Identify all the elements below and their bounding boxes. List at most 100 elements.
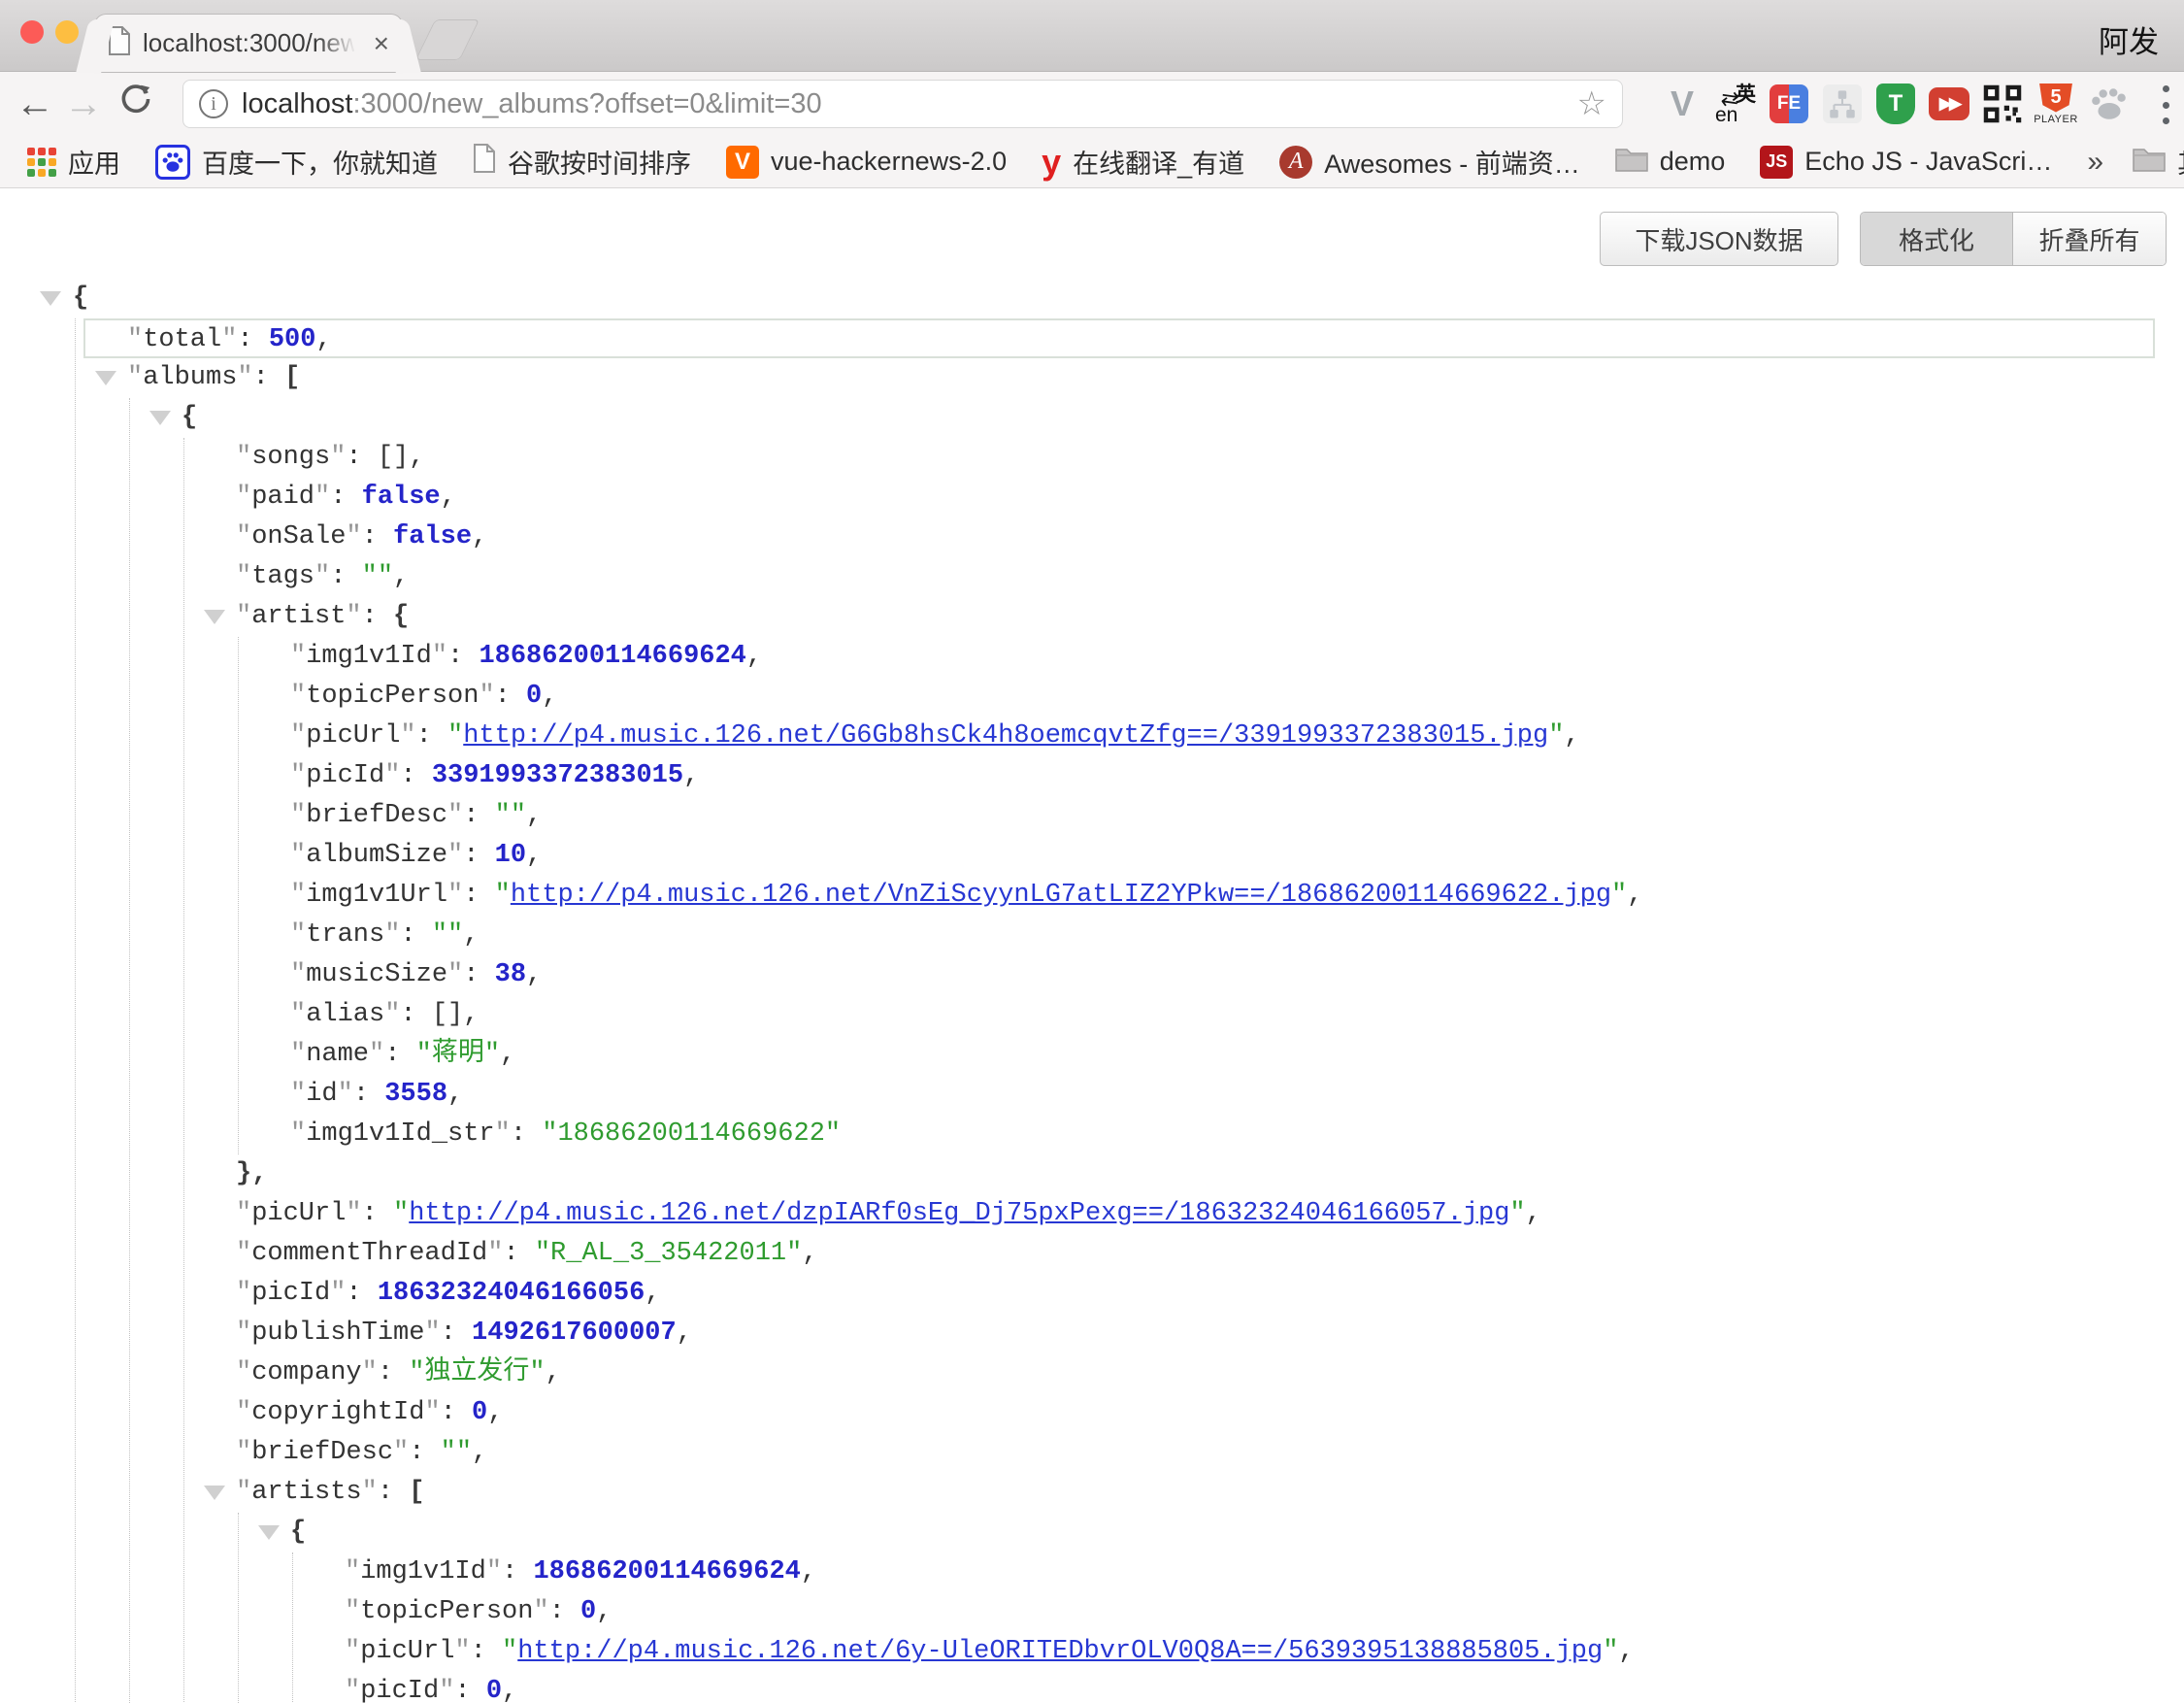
json-line[interactable]: "alias": [],	[239, 995, 2184, 1035]
json-line[interactable]: "tags": "",	[184, 557, 2184, 597]
collapse-all-button[interactable]: 折叠所有	[2013, 213, 2166, 265]
bookmark-awesomes[interactable]: A Awesomes - 前端资…	[1279, 143, 1580, 181]
browser-toolbar: ← → i localhost:3000/new_albums?offset=0…	[0, 72, 2184, 136]
json-line[interactable]: "artist": {	[184, 597, 2184, 637]
paw-icon[interactable]	[2089, 82, 2130, 126]
bookmark-other-folder[interactable]: 其他书签	[2133, 143, 2184, 181]
bookmark-label: 其他书签	[2177, 143, 2184, 181]
new-tab-button[interactable]	[415, 19, 480, 60]
json-line[interactable]: {	[130, 398, 2184, 438]
minimize-window-button[interactable]	[55, 20, 79, 44]
json-line[interactable]: "picUrl": "http://p4.music.126.net/dzpIA…	[184, 1194, 2184, 1234]
bookmarks-overflow-icon[interactable]: »	[2087, 146, 2103, 179]
shield-t-glyph: T	[1876, 83, 1915, 124]
json-line[interactable]: "briefDesc": "",	[239, 796, 2184, 836]
url-text[interactable]: localhost:3000/new_albums?offset=0&limit…	[242, 88, 1566, 120]
json-line[interactable]: "albums": [	[76, 358, 2184, 398]
json-value: 18632324046166056	[378, 1279, 645, 1308]
browser-menu-icon[interactable]	[2163, 85, 2170, 124]
address-bar[interactable]: i localhost:3000/new_albums?offset=0&lim…	[182, 80, 1623, 128]
close-window-button[interactable]	[20, 20, 44, 44]
collapse-arrow-icon[interactable]	[204, 1486, 225, 1500]
fe-extension-icon[interactable]: FE	[1769, 82, 1809, 126]
json-line[interactable]: "id": 3558,	[239, 1075, 2184, 1115]
json-line[interactable]: "picUrl": "http://p4.music.126.net/G6Gb8…	[239, 717, 2184, 756]
json-line[interactable]: "artists": [	[184, 1473, 2184, 1513]
json-url-link[interactable]: http://p4.music.126.net/6y-UleORITEDbvrO…	[517, 1637, 1603, 1666]
json-line[interactable]: "songs": [],	[184, 438, 2184, 478]
json-line[interactable]: "topicPerson": 0,	[293, 1592, 2184, 1632]
bookmark-demo[interactable]: demo	[1615, 145, 1726, 179]
json-url-link[interactable]: http://p4.music.126.net/G6Gb8hsCk4h8oemc…	[463, 721, 1548, 751]
bookmark-vue-hackernews[interactable]: V vue-hackernews-2.0	[726, 146, 1007, 179]
json-line[interactable]: "img1v1Id": 18686200114669624,	[239, 637, 2184, 677]
json-line[interactable]: "topicPerson": 0,	[239, 677, 2184, 717]
bookmark-apps[interactable]: 应用	[27, 143, 120, 181]
json-line[interactable]: "img1v1Id_str": "18686200114669622"	[239, 1115, 2184, 1154]
bookmark-label: 百度一下，你就知道	[202, 143, 438, 181]
json-line[interactable]: "briefDesc": "",	[184, 1433, 2184, 1473]
json-line[interactable]: "img1v1Id": 18686200114669624,	[293, 1553, 2184, 1592]
json-key: albumSize	[306, 841, 447, 870]
json-url-link[interactable]: http://p4.music.126.net/VnZiScyynLG7atLI…	[511, 881, 1611, 910]
json-line[interactable]: {	[42, 279, 2184, 318]
profile-name[interactable]: 阿发	[2099, 17, 2159, 61]
json-line[interactable]: "img1v1Url": "http://p4.music.126.net/Vn…	[239, 876, 2184, 916]
collapse-arrow-icon[interactable]	[95, 371, 116, 385]
close-tab-icon[interactable]: ×	[374, 30, 389, 57]
json-key: picId	[251, 1279, 330, 1308]
vue-icon: V	[726, 146, 759, 179]
json-line[interactable]: "name": "蒋明",	[239, 1035, 2184, 1075]
awesomes-icon: A	[1279, 146, 1312, 179]
json-line[interactable]: "commentThreadId": "R_AL_3_35422011",	[184, 1234, 2184, 1274]
qr-code-icon[interactable]	[1982, 82, 2023, 126]
json-line[interactable]: "picId": 18632324046166056,	[184, 1274, 2184, 1314]
json-line[interactable]: "total": 500,	[83, 318, 2155, 358]
json-line[interactable]: "trans": "",	[239, 916, 2184, 955]
json-value: 3391993372383015	[432, 761, 683, 790]
site-info-icon[interactable]: i	[199, 89, 228, 118]
json-line[interactable]: {	[239, 1513, 2184, 1553]
browser-tab[interactable]: localhost:3000/new_albums?o ×	[94, 14, 403, 73]
json-line[interactable]: "picUrl": "http://p4.music.126.net/6y-Ul…	[293, 1632, 2184, 1672]
collapse-arrow-icon[interactable]	[149, 411, 171, 425]
bookmark-star-icon[interactable]: ☆	[1577, 84, 1606, 123]
json-line[interactable]: "albumSize": 10,	[239, 836, 2184, 876]
reload-icon[interactable]	[113, 81, 159, 127]
json-line[interactable]: "copyrightId": 0,	[184, 1393, 2184, 1433]
collapse-arrow-icon[interactable]	[40, 291, 61, 306]
bookmark-echojs[interactable]: JS Echo JS - JavaScri…	[1760, 146, 2052, 179]
collapse-arrow-icon[interactable]	[258, 1525, 280, 1540]
back-icon[interactable]: ←	[12, 81, 58, 127]
json-line[interactable]: "onSale": false,	[184, 518, 2184, 557]
vue-devtools-icon[interactable]: V	[1662, 82, 1703, 126]
collapse-arrow-icon[interactable]	[204, 610, 225, 624]
bookmark-baidu[interactable]: 百度一下，你就知道	[155, 143, 438, 181]
json-line[interactable]: "picId": 0,	[293, 1672, 2184, 1703]
tampermonkey-icon[interactable]: T	[1875, 82, 1916, 126]
json-value: ""	[362, 562, 393, 591]
json-line[interactable]: "publishTime": 1492617600007,	[184, 1314, 2184, 1353]
json-line[interactable]: "company": "独立发行",	[184, 1353, 2184, 1393]
json-line[interactable]: "musicSize": 38,	[239, 955, 2184, 995]
json-line[interactable]: "paid": false,	[184, 478, 2184, 518]
bookmark-google-sort[interactable]: 谷歌按时间排序	[473, 143, 691, 181]
bookmark-youdao[interactable]: y 在线翻译_有道	[1042, 143, 1244, 181]
html5-player-icon[interactable]: 5 PLAYER	[2035, 82, 2076, 126]
json-url-link[interactable]: http://p4.music.126.net/dzpIARf0sEg_Dj75…	[409, 1199, 1509, 1228]
json-key: total	[143, 325, 221, 354]
json-key: picUrl	[251, 1199, 346, 1228]
json-children: "total": 500,"albums": [{"songs": [],"pa…	[75, 318, 2184, 1703]
window-titlebar: localhost:3000/new_albums?o × 阿发	[0, 0, 2184, 72]
download-json-button[interactable]: 下载JSON数据	[1600, 212, 1838, 266]
json-line[interactable]: },	[184, 1154, 2184, 1194]
video-downloader-icon[interactable]: ▶▶	[1929, 82, 1969, 126]
translate-icon[interactable]: 英 ⇄ en	[1715, 83, 1756, 125]
translate-en-glyph: en	[1715, 104, 1737, 127]
json-line[interactable]: "picId": 3391993372383015,	[239, 756, 2184, 796]
format-button[interactable]: 格式化	[1861, 213, 2013, 265]
url-path: :3000/new_albums?offset=0&limit=30	[352, 88, 821, 119]
org-chart-icon[interactable]	[1822, 82, 1863, 126]
json-value: 18686200114669624	[479, 642, 745, 671]
json-key: img1v1Id	[360, 1557, 486, 1586]
